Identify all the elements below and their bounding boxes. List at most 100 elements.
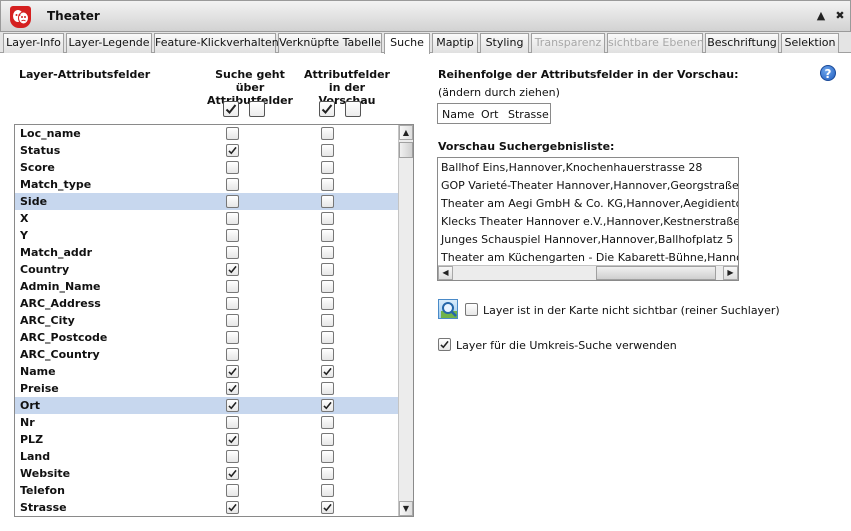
attribute-row[interactable]: Match_addr — [15, 244, 399, 261]
scroll-right-button[interactable]: ▶ — [723, 266, 738, 280]
preview-horizontal-scrollbar[interactable]: ◀ ▶ — [438, 265, 738, 280]
attribute-row[interactable]: X — [15, 210, 399, 227]
tab-feature-klickverhalten[interactable]: Feature-Klickverhalten — [154, 33, 279, 53]
tab-maptip[interactable]: Maptip — [432, 33, 478, 53]
tab-layer-legende[interactable]: Layer-Legende — [66, 33, 152, 53]
search-field-checkbox[interactable] — [226, 433, 239, 446]
search-select-all-checkbox[interactable] — [223, 101, 239, 117]
attribute-row[interactable]: ARC_Postcode — [15, 329, 399, 346]
preview-select-none-checkbox[interactable] — [345, 101, 361, 117]
search-field-checkbox[interactable] — [226, 382, 239, 395]
scroll-down-button[interactable]: ▼ — [399, 501, 413, 516]
preview-field-checkbox[interactable] — [321, 229, 334, 242]
preview-field-checkbox[interactable] — [321, 280, 334, 293]
search-field-checkbox[interactable] — [226, 501, 239, 514]
search-field-checkbox[interactable] — [226, 263, 239, 276]
search-field-checkbox[interactable] — [226, 467, 239, 480]
invisible-layer-checkbox[interactable] — [465, 303, 478, 316]
order-field-chip[interactable]: Name — [442, 108, 474, 121]
search-field-checkbox[interactable] — [226, 365, 239, 378]
close-button[interactable]: ✖ — [833, 9, 847, 23]
tab-styling[interactable]: Styling — [480, 33, 529, 53]
attribute-row[interactable]: Y — [15, 227, 399, 244]
tab-suche[interactable]: Suche — [384, 33, 430, 54]
horizontal-scroll-thumb[interactable] — [596, 266, 716, 280]
attribute-row[interactable]: Name — [15, 363, 399, 380]
search-field-checkbox[interactable] — [226, 280, 239, 293]
preview-field-checkbox[interactable] — [321, 399, 334, 412]
attribute-row[interactable]: ARC_Address — [15, 295, 399, 312]
radius-search-checkbox[interactable] — [438, 338, 451, 351]
preview-field-checkbox[interactable] — [321, 314, 334, 327]
search-select-none-checkbox[interactable] — [249, 101, 265, 117]
attribute-row[interactable]: Loc_name — [15, 125, 399, 142]
help-icon[interactable]: ? — [820, 65, 836, 81]
search-field-checkbox[interactable] — [226, 144, 239, 157]
search-field-checkbox[interactable] — [226, 127, 239, 140]
attribute-row[interactable]: ARC_City — [15, 312, 399, 329]
order-title: Reihenfolge der Attributsfelder in der V… — [438, 68, 739, 81]
search-field-checkbox[interactable] — [226, 450, 239, 463]
tab-layer-info[interactable]: Layer-Info — [3, 33, 64, 53]
attribute-row[interactable]: Admin_Name — [15, 278, 399, 295]
preview-field-checkbox[interactable] — [321, 467, 334, 480]
attribute-row[interactable]: Strasse — [15, 499, 399, 516]
preview-field-checkbox[interactable] — [321, 450, 334, 463]
scroll-thumb[interactable] — [399, 142, 413, 158]
preview-field-checkbox[interactable] — [321, 348, 334, 361]
preview-field-checkbox[interactable] — [321, 195, 334, 208]
preview-field-checkbox[interactable] — [321, 365, 334, 378]
order-field-chip[interactable]: Ort — [481, 108, 499, 121]
search-field-checkbox[interactable] — [226, 348, 239, 361]
minimize-button[interactable]: ▲ — [814, 9, 828, 23]
preview-select-all-checkbox[interactable] — [319, 101, 335, 117]
preview-field-checkbox[interactable] — [321, 178, 334, 191]
preview-field-checkbox[interactable] — [321, 484, 334, 497]
attribute-row[interactable]: Preise — [15, 380, 399, 397]
preview-field-checkbox[interactable] — [321, 161, 334, 174]
search-field-checkbox[interactable] — [226, 178, 239, 191]
attribute-row[interactable]: Score — [15, 159, 399, 176]
attribute-row[interactable]: Land — [15, 448, 399, 465]
preview-field-checkbox[interactable] — [321, 127, 334, 140]
preview-field-checkbox[interactable] — [321, 144, 334, 157]
search-field-checkbox[interactable] — [226, 484, 239, 497]
tab-beschriftung[interactable]: Beschriftung — [705, 33, 779, 53]
attribute-row[interactable]: ARC_Country — [15, 346, 399, 363]
search-field-checkbox[interactable] — [226, 161, 239, 174]
attribute-row[interactable]: Status — [15, 142, 399, 159]
attribute-row[interactable]: Ort — [15, 397, 399, 414]
preview-field-checkbox[interactable] — [321, 331, 334, 344]
preview-field-checkbox[interactable] — [321, 501, 334, 514]
preview-field-checkbox[interactable] — [321, 416, 334, 429]
preview-field-checkbox[interactable] — [321, 433, 334, 446]
attribute-row[interactable]: PLZ — [15, 431, 399, 448]
search-field-checkbox[interactable] — [226, 297, 239, 310]
attribute-row[interactable]: Country — [15, 261, 399, 278]
preview-field-checkbox[interactable] — [321, 263, 334, 276]
search-field-checkbox[interactable] — [226, 195, 239, 208]
preview-field-checkbox[interactable] — [321, 382, 334, 395]
preview-field-checkbox[interactable] — [321, 246, 334, 259]
search-field-checkbox[interactable] — [226, 212, 239, 225]
search-field-checkbox[interactable] — [226, 314, 239, 327]
tab-selektion[interactable]: Selektion — [781, 33, 839, 53]
attribute-row[interactable]: Nr — [15, 414, 399, 431]
attribute-row[interactable]: Match_type — [15, 176, 399, 193]
search-field-checkbox[interactable] — [226, 229, 239, 242]
order-field-chip[interactable]: Strasse — [508, 108, 549, 121]
list-vertical-scrollbar[interactable]: ▲ ▼ — [398, 125, 413, 516]
tab-verknuepfte-tabelle[interactable]: Verknüpfte Tabelle — [278, 33, 382, 53]
search-field-checkbox[interactable] — [226, 399, 239, 412]
preview-field-checkbox[interactable] — [321, 212, 334, 225]
scroll-up-button[interactable]: ▲ — [399, 125, 413, 140]
scroll-left-button[interactable]: ◀ — [438, 266, 453, 280]
search-field-checkbox[interactable] — [226, 246, 239, 259]
attribute-row[interactable]: Telefon — [15, 482, 399, 499]
attribute-name: Y — [20, 229, 28, 242]
preview-field-checkbox[interactable] — [321, 297, 334, 310]
search-field-checkbox[interactable] — [226, 416, 239, 429]
attribute-row[interactable]: Side — [15, 193, 399, 210]
search-field-checkbox[interactable] — [226, 331, 239, 344]
attribute-row[interactable]: Website — [15, 465, 399, 482]
